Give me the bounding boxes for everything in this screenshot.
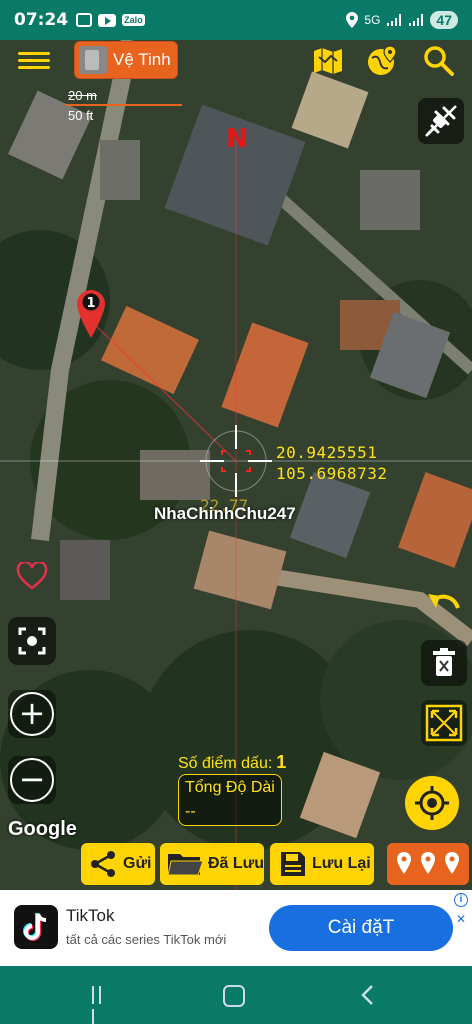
status-notification-icons: Zalo <box>76 13 145 27</box>
tiktok-note-icon <box>23 913 47 941</box>
zoom-in-button[interactable]: + <box>8 690 56 738</box>
status-time: 07:24 <box>14 10 69 30</box>
signal-icon-2 <box>409 14 424 26</box>
plug-off-icon <box>425 105 457 137</box>
saved-button[interactable]: Đã Lưu <box>160 843 264 885</box>
zoom-out-button[interactable]: − <box>8 756 56 804</box>
zalo-icon: Zalo <box>122 14 145 26</box>
back-icon[interactable] <box>360 984 374 1006</box>
minus-icon: − <box>10 758 54 802</box>
total-distance-value: -- <box>185 803 196 820</box>
search-icon[interactable] <box>422 44 456 78</box>
ad-title[interactable]: TikTok <box>66 906 115 926</box>
screen: 07:24 Zalo 5G 47 1 Vệ Tinh 20 m 50 ft N … <box>0 0 472 1024</box>
globe-location-icon[interactable] <box>366 44 400 78</box>
signal-icon <box>387 14 402 26</box>
share-label: Gửi <box>123 855 152 872</box>
expand-icon <box>425 704 463 742</box>
map-type-label: Vệ Tinh <box>113 50 171 69</box>
plus-icon: + <box>10 692 54 736</box>
youtube-icon <box>98 13 117 27</box>
coordinates-readout: 20.9425551 105.6968732 <box>276 442 387 484</box>
undo-icon[interactable] <box>424 584 464 618</box>
save-label: Lưu Lại <box>312 855 371 872</box>
fit-bounds-button[interactable] <box>421 700 467 746</box>
map-type-button[interactable]: Vệ Tinh <box>74 41 178 79</box>
ad-close-icon[interactable]: ✕ <box>456 912 466 926</box>
share-icon <box>91 851 115 877</box>
share-button[interactable]: Gửi <box>81 843 155 885</box>
ad-info-icon[interactable]: i <box>454 893 468 907</box>
crosshair-icon <box>415 786 449 820</box>
menu-icon[interactable] <box>18 48 50 74</box>
location-icon <box>346 12 359 28</box>
map-layers-icon[interactable] <box>311 44 345 78</box>
delete-button[interactable] <box>421 640 467 686</box>
ad-install-button[interactable]: Cài đặT <box>269 905 453 951</box>
network-type: 5G <box>364 13 381 27</box>
status-system-icons: 5G 47 <box>346 11 458 29</box>
total-distance-box: Tổng Độ Dài -- <box>178 774 282 826</box>
marker-count-label: Số điểm dấu: <box>178 755 273 772</box>
screenshot-icon <box>76 13 93 27</box>
location-pins-icon <box>397 852 459 874</box>
longitude: 105.6968732 <box>276 464 388 483</box>
battery-level: 47 <box>430 11 458 29</box>
focus-frame-icon <box>18 627 46 655</box>
latitude: 20.9425551 <box>276 443 378 462</box>
add-markers-button[interactable] <box>387 843 469 885</box>
heart-icon[interactable] <box>16 562 48 590</box>
marker-count-value: 1 <box>276 752 287 772</box>
trash-icon <box>433 648 455 676</box>
home-icon[interactable] <box>223 985 245 1007</box>
google-logo: Google <box>8 818 77 840</box>
map-marker-pin[interactable]: 1 <box>77 290 105 338</box>
compass-north: N <box>226 124 248 154</box>
ad-subtitle: tất cả các series TikTok mới <box>66 932 227 947</box>
floppy-disk-icon <box>281 852 305 876</box>
my-location-button[interactable] <box>405 776 459 830</box>
screenshot-button[interactable] <box>8 617 56 665</box>
saved-label: Đã Lưu <box>207 855 265 872</box>
marker-count: Số điểm dấu: 1 <box>178 752 286 773</box>
gps-off-button[interactable] <box>418 98 464 144</box>
recent-apps-icon[interactable] <box>92 986 112 1024</box>
folder-icon <box>167 854 204 876</box>
satellite-icon <box>79 46 107 74</box>
scale-bar: 20 m 50 ft <box>66 86 184 126</box>
scale-meters: 20 m <box>68 88 97 103</box>
total-distance-label: Tổng Độ Dài <box>185 779 275 796</box>
marker-label: 1 <box>86 296 95 311</box>
save-button[interactable]: Lưu Lại <box>270 843 374 885</box>
watermark: NhaChinhChu247 <box>154 504 296 523</box>
tiktok-logo-icon[interactable] <box>14 905 58 949</box>
scale-feet: 50 ft <box>68 108 94 123</box>
status-bar: 07:24 Zalo 5G 47 <box>0 0 472 40</box>
